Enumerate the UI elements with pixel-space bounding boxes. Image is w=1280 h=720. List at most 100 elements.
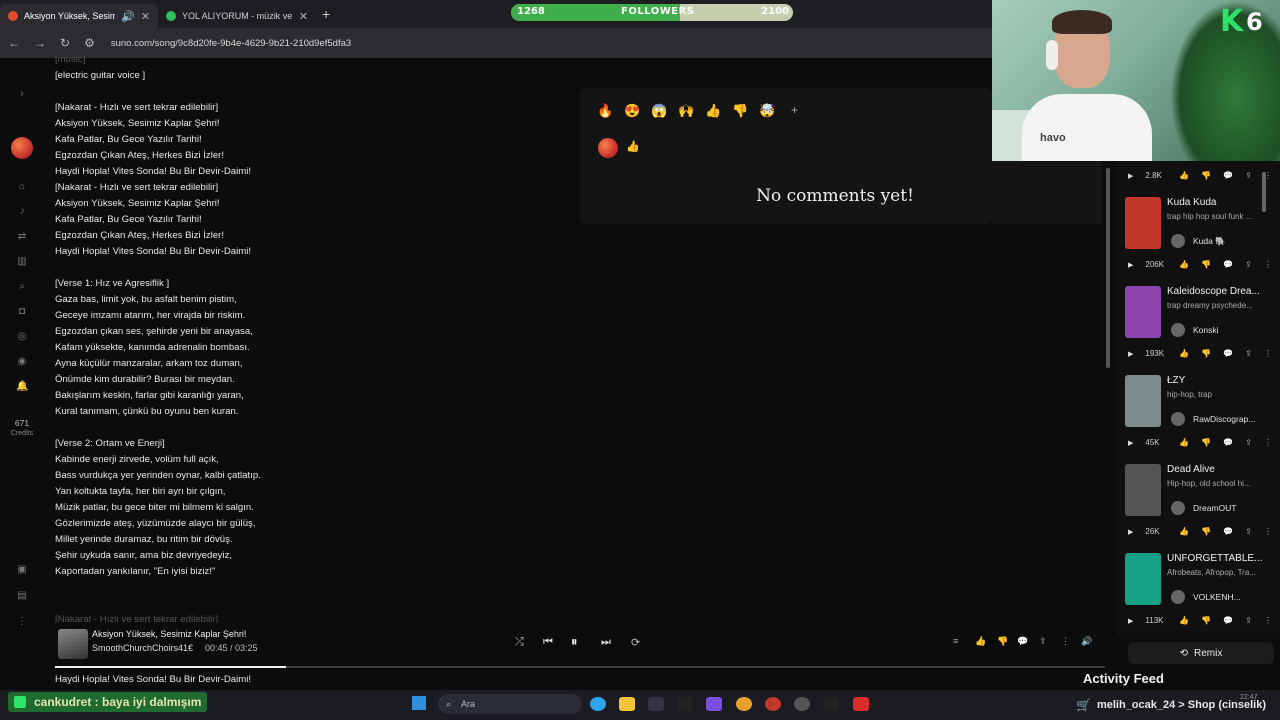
song-artist[interactable]: DreamOUT [1193,503,1279,513]
more-icon[interactable]: ⋮ [1264,349,1272,358]
new-tab-icon[interactable]: + [322,6,330,22]
artist-avatar[interactable] [1171,234,1185,248]
radio-icon[interactable]: ◉ [16,356,28,368]
reaction-emoji[interactable]: 🙌 [678,103,695,119]
opera-icon[interactable] [765,697,781,711]
shuffle-icon[interactable]: ⤮ [515,636,524,649]
dislike-icon[interactable]: 👎 [1201,171,1211,180]
like-icon[interactable]: 👍 [1179,349,1189,358]
more-icon[interactable]: ⋮ [1061,636,1070,647]
comment-icon[interactable]: 💬 [1223,171,1233,180]
comment-icon[interactable]: 💬 [1223,616,1233,625]
windows-start-icon[interactable] [412,696,426,710]
close-tab-icon[interactable]: ✕ [141,10,150,23]
explore-icon[interactable]: ⇄ [16,231,28,243]
like-icon[interactable]: 👍 [975,636,986,647]
feed-song[interactable]: Dead Alive Hip-hop, old school hi... Dream… [1125,464,1277,526]
like-icon[interactable]: 👍 [1179,438,1189,447]
now-playing-title[interactable]: Aksiyon Yüksek, Sesimiz Kaplar Şehri! [92,629,246,639]
dislike-icon[interactable]: 👎 [1201,349,1211,358]
comment-icon[interactable]: 💬 [1223,527,1233,536]
gift-icon[interactable]: ▣ [16,564,28,576]
taskbar-search[interactable]: ⌕ Ara [438,694,582,714]
remix-button[interactable]: ⟲ Remix [1128,642,1274,664]
song-cover[interactable] [1125,197,1161,249]
create-icon[interactable]: ♪ [16,206,28,218]
add-reaction-icon[interactable]: + [786,103,803,119]
song-artist[interactable]: Kuda 🐘 [1193,236,1279,247]
like-icon[interactable]: 👍 [1179,527,1189,536]
more-icon[interactable]: ⋮ [1264,438,1272,447]
song-cover[interactable] [1125,464,1161,516]
settings-icon[interactable] [794,697,810,711]
studio-icon[interactable]: ◎ [16,331,28,343]
avatar[interactable] [11,137,33,159]
tab-active[interactable]: Aksiyon Yüksek, Sesimiz Ka... 🔊 ✕ [0,4,158,28]
song-artist[interactable]: Konski [1193,325,1279,335]
back-icon[interactable]: ← [8,36,20,50]
comment-icon[interactable]: 💬 [1223,260,1233,269]
play-icon[interactable]: ▶ [1128,528,1133,536]
share-icon[interactable]: ⇪ [1245,527,1252,536]
feed-song[interactable]: Kuda Kuda trap hip hop soul funk ... Kuda … [1125,197,1277,259]
search-icon[interactable]: ⌕ [16,281,28,293]
now-playing-artist[interactable]: SmoothChurchChoirs41€ [92,643,193,653]
epic-launcher-icon[interactable] [823,697,839,711]
home-icon[interactable]: ⌂ [16,181,28,193]
pause-icon[interactable]: ⏸ [571,634,578,650]
more-icon[interactable]: ⋮ [1264,171,1272,180]
site-info-icon[interactable]: ⚙ [84,36,95,50]
playback-progress[interactable] [55,666,1105,668]
feed-song[interactable]: ŁZY hip-hop, trap RawDiscograp... [1125,375,1277,437]
share-icon[interactable]: ⇪ [1245,171,1252,180]
song-cover[interactable] [1125,375,1161,427]
share-icon[interactable]: ⇪ [1245,616,1252,625]
play-icon[interactable]: ▶ [1128,439,1133,447]
scrollbar-thumb[interactable] [1106,168,1110,368]
previous-track-icon[interactable]: ⏮ [543,636,553,649]
share-icon[interactable]: ⇪ [1245,438,1252,447]
forward-icon[interactable]: → [34,36,46,50]
more-icon[interactable]: ⋮ [16,616,28,628]
close-tab-icon[interactable]: ✕ [299,10,308,23]
repeat-icon[interactable]: ⟳ [631,636,640,649]
play-icon[interactable]: ▶ [1128,617,1133,625]
play-icon[interactable]: ▶ [1128,261,1133,269]
play-icon[interactable]: ▶ [1128,350,1133,358]
song-title[interactable]: Kaleidoscope Drea... [1167,286,1277,297]
comment-icon[interactable]: 💬 [1223,349,1233,358]
artist-avatar[interactable] [1171,323,1185,337]
share-icon[interactable]: ⇪ [1245,349,1252,358]
song-cover[interactable] [1125,553,1161,605]
url-field[interactable]: suno.com/song/9c8d20fe-9b4e-4629-9b21-21… [111,38,351,49]
dislike-icon[interactable]: 👎 [1201,616,1211,625]
artist-avatar[interactable] [1171,590,1185,604]
artist-avatar[interactable] [1171,412,1185,426]
artist-avatar[interactable] [1171,501,1185,515]
reaction-emoji[interactable]: 🔥 [597,103,614,119]
document-icon[interactable]: ▤ [16,590,28,602]
queue-icon[interactable]: ≡ [953,636,958,646]
like-icon[interactable]: 👍 [1179,616,1189,625]
feed-song[interactable]: Kaleidoscope Drea... trap dreamy psychede… [1125,286,1277,348]
song-artist[interactable]: RawDiscograp... [1193,414,1279,424]
volume-icon[interactable]: 🔊 [1081,636,1092,647]
chrome-icon[interactable] [736,697,752,711]
song-title[interactable]: ŁZY [1167,375,1277,386]
reaction-emoji[interactable]: 🤯 [759,103,776,119]
reaction-emoji[interactable]: 😱 [651,103,668,119]
like-icon[interactable]: 👍 [1179,260,1189,269]
dislike-icon[interactable]: 👎 [1201,438,1211,447]
share-icon[interactable]: ⇪ [1039,636,1047,647]
song-cover[interactable] [1125,286,1161,338]
comment-icon[interactable]: 💬 [1017,636,1028,647]
like-icon[interactable]: 👍 [1179,171,1189,180]
dislike-icon[interactable]: 👎 [997,636,1008,647]
expand-chevron-icon[interactable]: › [16,88,28,100]
next-track-icon[interactable]: ⏭ [601,636,611,649]
copilot-icon[interactable] [706,697,722,711]
tab-inactive[interactable]: YOL ALIYORUM - müzik ve şark... ✕ [158,4,316,28]
dislike-icon[interactable]: 👎 [1201,527,1211,536]
play-icon[interactable]: ▶ [1128,172,1133,180]
notifications-icon[interactable]: 🔔 [16,381,28,393]
